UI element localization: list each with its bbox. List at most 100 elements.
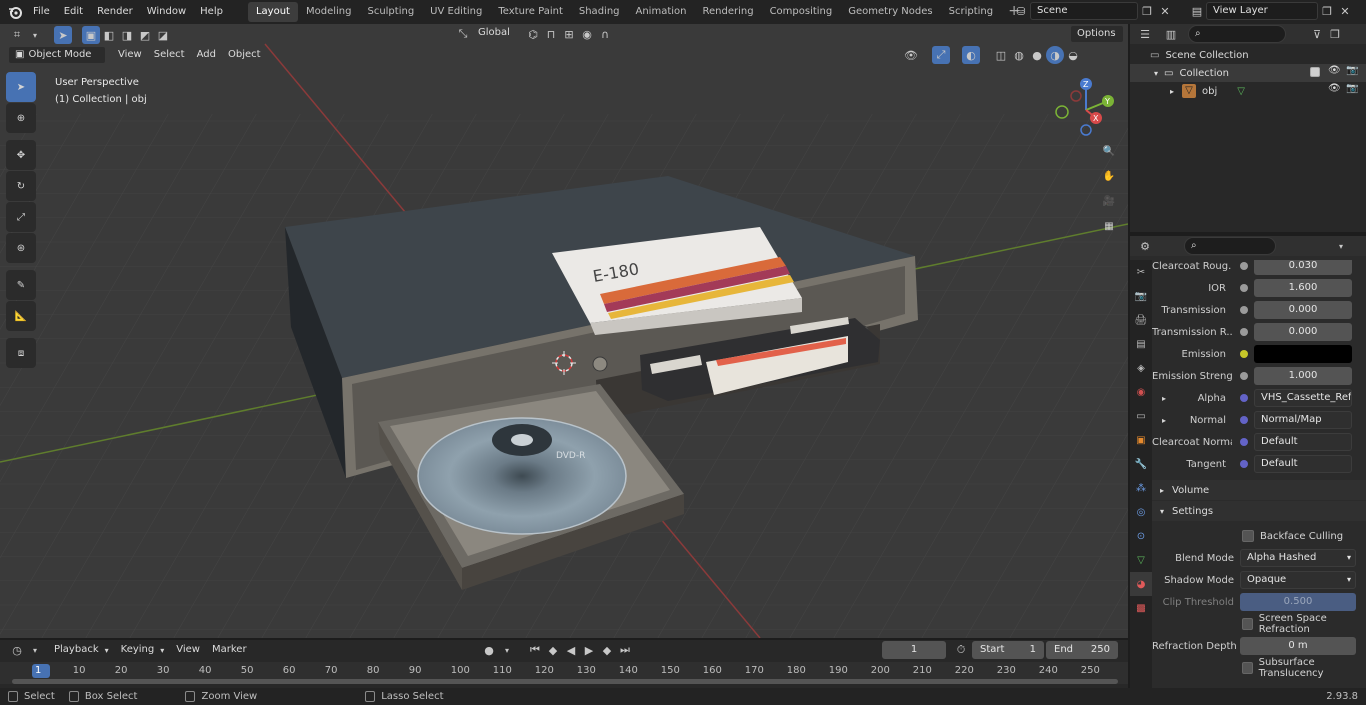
exclude-checkbox[interactable]: [1310, 67, 1320, 77]
select-invert-icon[interactable]: ◩: [136, 26, 154, 44]
expand-chevron-icon[interactable]: ▸: [1170, 87, 1174, 96]
play-icon[interactable]: ▶: [580, 641, 598, 659]
section-volume[interactable]: ▸ Volume: [1152, 480, 1366, 500]
socket-dot-icon[interactable]: [1240, 460, 1248, 468]
prop-value-field[interactable]: 1.000: [1254, 367, 1352, 385]
socket-dot-icon[interactable]: [1240, 262, 1248, 270]
prop-value-field[interactable]: 1.600: [1254, 279, 1352, 297]
tab-modeling[interactable]: Modeling: [298, 2, 360, 22]
cursor-tool[interactable]: ⊕: [6, 103, 36, 133]
grid-icon[interactable]: ▦: [1098, 215, 1120, 237]
prev-keyframe-icon[interactable]: ◆: [544, 641, 562, 659]
gizmo-toggle-icon[interactable]: ⤢: [932, 46, 950, 64]
options-button[interactable]: Options: [1070, 25, 1124, 43]
refraction-depth-field[interactable]: 0 m: [1240, 637, 1356, 655]
menu-view[interactable]: View: [170, 641, 206, 659]
prop-link-field[interactable]: Normal/Map: [1254, 411, 1352, 429]
tab-texture-paint[interactable]: Texture Paint: [490, 2, 571, 22]
timeline-scrollbar[interactable]: [12, 679, 1118, 684]
chevron-down-icon[interactable]: ▾: [1332, 237, 1350, 255]
tab-rendering[interactable]: Rendering: [694, 2, 761, 22]
menu-view[interactable]: View: [112, 46, 148, 64]
select-new-icon[interactable]: ▣: [82, 26, 100, 44]
menu-render[interactable]: Render: [90, 2, 140, 22]
select-subtract-icon[interactable]: ◨: [118, 26, 136, 44]
next-keyframe-icon[interactable]: ◆: [598, 641, 616, 659]
menu-window[interactable]: Window: [140, 2, 193, 22]
prop-row-screen-space-refraction[interactable]: Screen Space Refraction: [1152, 613, 1366, 635]
scene-icon[interactable]: ⛁: [1012, 2, 1030, 20]
proportional-edit-icon[interactable]: ◉: [578, 25, 596, 43]
play-reverse-icon[interactable]: ◀: [562, 641, 580, 659]
expand-chevron-icon[interactable]: ▸: [1162, 394, 1166, 403]
tab-particles[interactable]: ⁂: [1130, 476, 1152, 500]
properties-search-input[interactable]: ⌕: [1184, 237, 1276, 255]
outliner-search-input[interactable]: ⌕: [1188, 25, 1286, 43]
end-frame-field[interactable]: End 250: [1046, 641, 1118, 659]
display-mode-icon[interactable]: ▥: [1162, 25, 1180, 43]
object-mode-dropdown[interactable]: ▣ Object Mode: [8, 46, 106, 64]
select-intersect-icon[interactable]: ◪: [154, 26, 172, 44]
socket-dot-icon[interactable]: [1240, 284, 1248, 292]
socket-dot-icon[interactable]: [1240, 416, 1248, 424]
new-view-layer-icon[interactable]: ❐: [1318, 2, 1336, 20]
editor-type-icon[interactable]: ⌗: [8, 26, 26, 44]
tab-geometry-nodes[interactable]: Geometry Nodes: [840, 2, 940, 22]
tab-uv-editing[interactable]: UV Editing: [422, 2, 490, 22]
pan-hand-icon[interactable]: ✋: [1098, 165, 1120, 187]
prop-link-field[interactable]: Default: [1254, 433, 1352, 451]
tab-shading[interactable]: Shading: [571, 2, 628, 22]
tab-data[interactable]: ▽: [1130, 548, 1152, 572]
socket-dot-icon[interactable]: [1240, 394, 1248, 402]
camera-icon[interactable]: 🎥: [1098, 190, 1120, 212]
wireframe-shading-icon[interactable]: ◍: [1010, 46, 1028, 64]
render-camera-icon[interactable]: 📷: [1346, 65, 1358, 76]
timeline-ruler[interactable]: 1 10 20 30 40 50 60 70 80 90 100 110 120 130 140 150 160…: [0, 662, 1128, 684]
expand-chevron-icon[interactable]: ▸: [1162, 416, 1166, 425]
menu-playback[interactable]: Playback: [48, 641, 105, 659]
prop-value-field[interactable]: 0.000: [1254, 323, 1352, 341]
view-layer-field[interactable]: View Layer: [1206, 2, 1318, 20]
rendered-shading-icon[interactable]: ◒: [1064, 46, 1082, 64]
zoom-icon[interactable]: 🔍: [1098, 140, 1120, 162]
clip-threshold-slider[interactable]: 0.500: [1240, 593, 1356, 611]
scale-tool[interactable]: ⤢: [6, 202, 36, 232]
prop-link-field[interactable]: VHS_Cassette_Refr...: [1254, 389, 1352, 407]
outliner-row-collection[interactable]: ▾ ▭ Collection 👁 📷: [1130, 64, 1366, 82]
menu-marker[interactable]: Marker: [206, 641, 253, 659]
jump-end-icon[interactable]: ⏭: [616, 641, 634, 659]
screen-space-refraction-checkbox[interactable]: [1242, 618, 1253, 630]
tab-physics[interactable]: ◎: [1130, 500, 1152, 524]
socket-dot-icon[interactable]: [1240, 372, 1248, 380]
new-scene-icon[interactable]: ❐: [1138, 2, 1156, 20]
backface-culling-checkbox[interactable]: [1242, 530, 1254, 542]
outliner-row-scene-collection[interactable]: ▭ Scene Collection: [1130, 46, 1366, 64]
tab-scripting[interactable]: Scripting: [941, 2, 1001, 22]
delete-scene-icon[interactable]: ✕: [1156, 2, 1174, 20]
emission-color-swatch[interactable]: [1254, 345, 1352, 363]
tab-compositing[interactable]: Compositing: [762, 2, 841, 22]
socket-dot-icon[interactable]: [1240, 438, 1248, 446]
menu-file[interactable]: File: [26, 2, 57, 22]
select-tool-icon[interactable]: ➤: [54, 26, 72, 44]
transform-tool[interactable]: ⊛: [6, 233, 36, 263]
tab-material[interactable]: ◕: [1130, 572, 1152, 596]
visibility-icon[interactable]: 👁: [902, 46, 920, 64]
filter-icon[interactable]: ⊽: [1308, 25, 1326, 43]
expand-chevron-icon[interactable]: ▾: [1154, 69, 1158, 78]
eye-icon[interactable]: 👁: [1328, 83, 1341, 94]
record-icon[interactable]: ●: [480, 641, 498, 659]
prop-link-field[interactable]: Default: [1254, 455, 1352, 473]
falloff-icon[interactable]: ∩: [596, 25, 614, 43]
new-collection-icon[interactable]: ❐: [1326, 25, 1344, 43]
stopwatch-icon[interactable]: ⏱: [952, 641, 970, 659]
material-preview-icon[interactable]: ◑: [1046, 46, 1064, 64]
pivot-point-icon[interactable]: ⌬: [524, 25, 542, 43]
measure-tool[interactable]: 📐: [6, 301, 36, 331]
timeline-editor-icon[interactable]: ◷: [8, 641, 26, 659]
shadow-mode-dropdown[interactable]: Opaque ▾: [1240, 571, 1356, 589]
navigation-gizmo[interactable]: Z Y X: [1050, 74, 1122, 146]
tab-modifiers[interactable]: 🔧: [1130, 452, 1152, 476]
xray-icon[interactable]: ◫: [992, 46, 1010, 64]
tab-animation[interactable]: Animation: [628, 2, 695, 22]
